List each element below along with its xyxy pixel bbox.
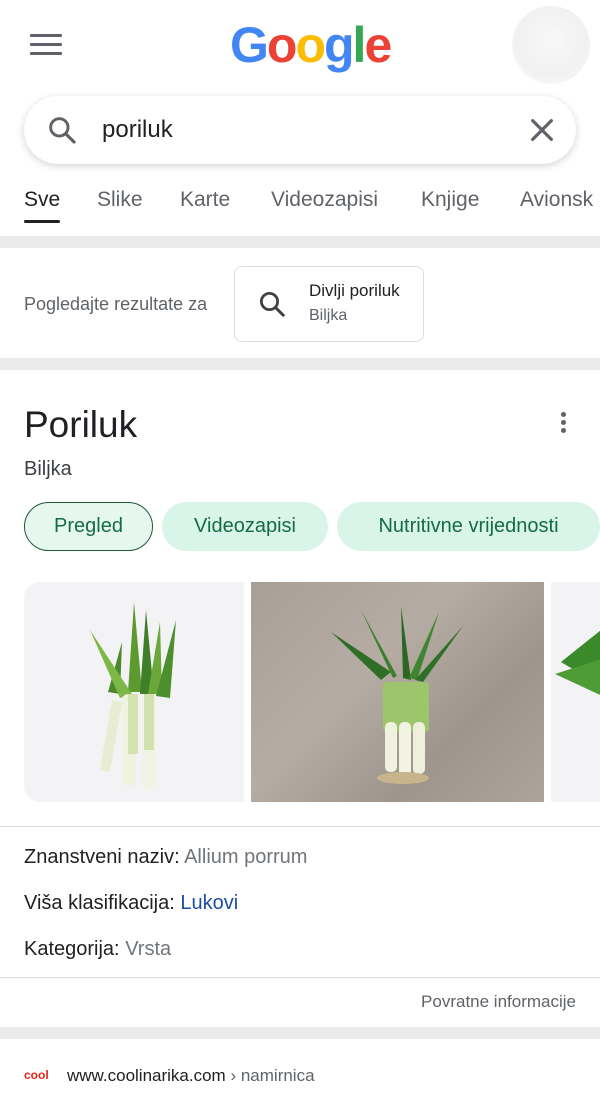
- tab-flights[interactable]: Avionsk: [520, 188, 593, 212]
- suggestion-subtitle: Biljka: [309, 307, 348, 324]
- leek-image[interactable]: [551, 582, 600, 802]
- divider: [0, 1027, 600, 1039]
- logo-letter: g: [324, 17, 355, 73]
- fact-label: Kategorija:: [24, 938, 120, 960]
- chip-nutrition[interactable]: Nutritivne vrijednosti: [337, 502, 600, 551]
- tab-books[interactable]: Knjige: [421, 188, 479, 212]
- logo-letter: G: [230, 17, 269, 73]
- logo-letter: o: [266, 17, 298, 73]
- fact-value: Vrsta: [125, 938, 172, 960]
- search-box: [24, 96, 576, 164]
- result-domain: www.coolinarika.com: [67, 1066, 226, 1085]
- tab-images[interactable]: Slike: [97, 188, 143, 212]
- tab-maps[interactable]: Karte: [180, 188, 230, 212]
- suggestion-title: Divlji poriluk: [309, 281, 400, 300]
- account-avatar[interactable]: [512, 6, 590, 84]
- menu-icon[interactable]: [30, 34, 62, 58]
- tab-all[interactable]: Sve: [24, 188, 60, 212]
- logo-letter: o: [295, 17, 326, 73]
- entity-title: Poriluk: [24, 404, 138, 445]
- result-breadcrumb: › namirnica: [225, 1066, 315, 1085]
- search-tabs: Sve Slike Karte Videozapisi Knjige Avion…: [0, 178, 600, 234]
- tab-videos[interactable]: Videozapisi: [271, 188, 378, 212]
- suggestion-card[interactable]: Divlji poriluk Biljka: [234, 266, 424, 342]
- fact-value: Allium porrum: [184, 846, 308, 868]
- entity-subtitle: Biljka: [24, 458, 72, 480]
- search-icon: [260, 292, 285, 317]
- fact-value-link[interactable]: Lukovi: [180, 892, 238, 914]
- fact-scientific-name: Znanstveni naziv: Allium porrum: [24, 846, 307, 869]
- result-url[interactable]: www.coolinarika.com › namirnica: [67, 1066, 315, 1086]
- fact-category: Kategorija: Vrsta: [24, 938, 171, 961]
- logo-letter: l: [352, 17, 367, 73]
- feedback-link[interactable]: Povratne informacije: [421, 992, 576, 1012]
- google-logo[interactable]: Google: [230, 16, 392, 74]
- fact-label: Viša klasifikacija:: [24, 892, 175, 914]
- search-icon[interactable]: [46, 114, 78, 146]
- divider: [0, 358, 600, 370]
- fact-label: Znanstveni naziv:: [24, 846, 180, 868]
- search-input[interactable]: [102, 110, 522, 150]
- logo-letter: e: [364, 17, 392, 73]
- site-favicon: cool: [24, 1068, 49, 1082]
- active-tab-indicator: [24, 220, 60, 223]
- divider: [0, 977, 600, 978]
- more-options-icon[interactable]: [556, 412, 570, 436]
- suggestion-label: Pogledajte rezultate za: [24, 294, 208, 314]
- divider: [0, 236, 600, 248]
- leek-image[interactable]: [251, 582, 544, 802]
- chip-videos[interactable]: Videozapisi: [162, 502, 328, 551]
- close-icon[interactable]: [526, 114, 558, 146]
- chip-overview[interactable]: Pregled: [24, 502, 153, 551]
- top-bar: Google: [0, 0, 600, 90]
- divider: [0, 826, 600, 827]
- leek-image[interactable]: [24, 582, 244, 802]
- fact-higher-classification: Viša klasifikacija: Lukovi: [24, 892, 238, 915]
